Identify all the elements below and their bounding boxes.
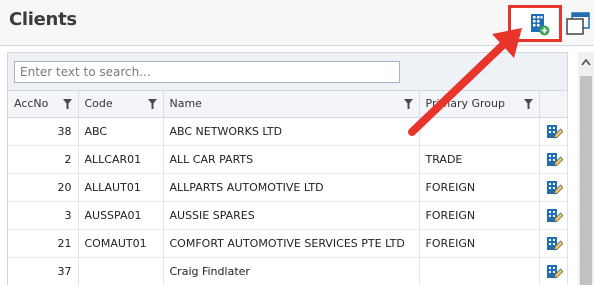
edit-client-icon[interactable]: [546, 123, 563, 140]
cell-primary-group: FOREIGN: [419, 229, 540, 258]
window-restore-icon[interactable]: [565, 10, 591, 36]
search-input[interactable]: [14, 61, 400, 83]
cell-actions: [539, 229, 568, 258]
cell-accno: 21: [8, 229, 79, 258]
scroll-up-button[interactable]: [578, 52, 594, 74]
edit-client-icon[interactable]: [546, 151, 563, 168]
cell-name: COMFORT AUTOMOTIVE SERVICES PTE LTD: [163, 229, 420, 258]
cell-primary-group: FOREIGN: [419, 173, 540, 202]
cell-actions: [539, 201, 568, 230]
table-row[interactable]: 21 COMAUT01 COMFORT AUTOMOTIVE SERVICES PT…: [8, 229, 568, 258]
cell-code: COMAUT01: [78, 229, 164, 258]
cell-accno: 37: [8, 257, 79, 285]
table-row[interactable]: 37 Craig Findlater: [8, 257, 568, 285]
column-label: AccNo: [14, 97, 49, 111]
cell-name: Craig Findlater: [163, 257, 420, 285]
cell-name: ALLPARTS AUTOMOTIVE LTD: [163, 173, 420, 202]
cell-name: AUSSIE SPARES: [163, 201, 420, 230]
column-header-actions: [539, 91, 568, 118]
cell-primary-group: FOREIGN: [419, 201, 540, 230]
column-header-code[interactable]: Code: [78, 91, 164, 118]
column-header-accno[interactable]: AccNo: [8, 91, 79, 118]
column-label: Code: [84, 97, 113, 111]
cell-accno: 20: [8, 173, 79, 202]
cell-code: AUSSPA01: [78, 201, 164, 230]
column-header-name[interactable]: Name: [163, 91, 420, 118]
cell-name: ALL CAR PARTS: [163, 145, 420, 174]
scroll-thumb[interactable]: [580, 76, 592, 285]
add-building-icon: [531, 14, 550, 36]
table-row[interactable]: 3 AUSSPA01 AUSSIE SPARES FOREIGN: [8, 201, 568, 230]
cell-code: ALLCAR01: [78, 145, 164, 174]
table-row[interactable]: 20 ALLAUT01 ALLPARTS AUTOMOTIVE LTD FOREIGN: [8, 173, 568, 202]
cell-code: [78, 257, 164, 285]
cell-code: ABC: [78, 117, 164, 146]
edit-client-icon[interactable]: [546, 179, 563, 196]
cell-accno: 2: [8, 145, 79, 174]
cell-name: ABC NETWORKS LTD: [163, 117, 420, 146]
page-title: Clients: [9, 9, 77, 30]
cell-actions: [539, 117, 568, 146]
filter-icon[interactable]: [62, 99, 72, 109]
vertical-scrollbar[interactable]: [578, 52, 594, 285]
chevron-up-icon: [581, 58, 591, 66]
edit-client-icon[interactable]: [546, 263, 563, 280]
cell-code: ALLAUT01: [78, 173, 164, 202]
cell-accno: 3: [8, 201, 79, 230]
table-row[interactable]: 2 ALLCAR01 ALL CAR PARTS TRADE: [8, 145, 568, 174]
edit-client-icon[interactable]: [546, 235, 563, 252]
cell-actions: [539, 173, 568, 202]
cell-accno: 38: [8, 117, 79, 146]
column-label: Name: [169, 97, 202, 111]
cell-primary-group: [419, 257, 540, 285]
cell-actions: [539, 257, 568, 285]
cell-primary-group: TRADE: [419, 145, 540, 174]
edit-client-icon[interactable]: [546, 207, 563, 224]
filter-icon[interactable]: [147, 99, 157, 109]
cell-actions: [539, 145, 568, 174]
annotation-arrow: [408, 28, 522, 136]
